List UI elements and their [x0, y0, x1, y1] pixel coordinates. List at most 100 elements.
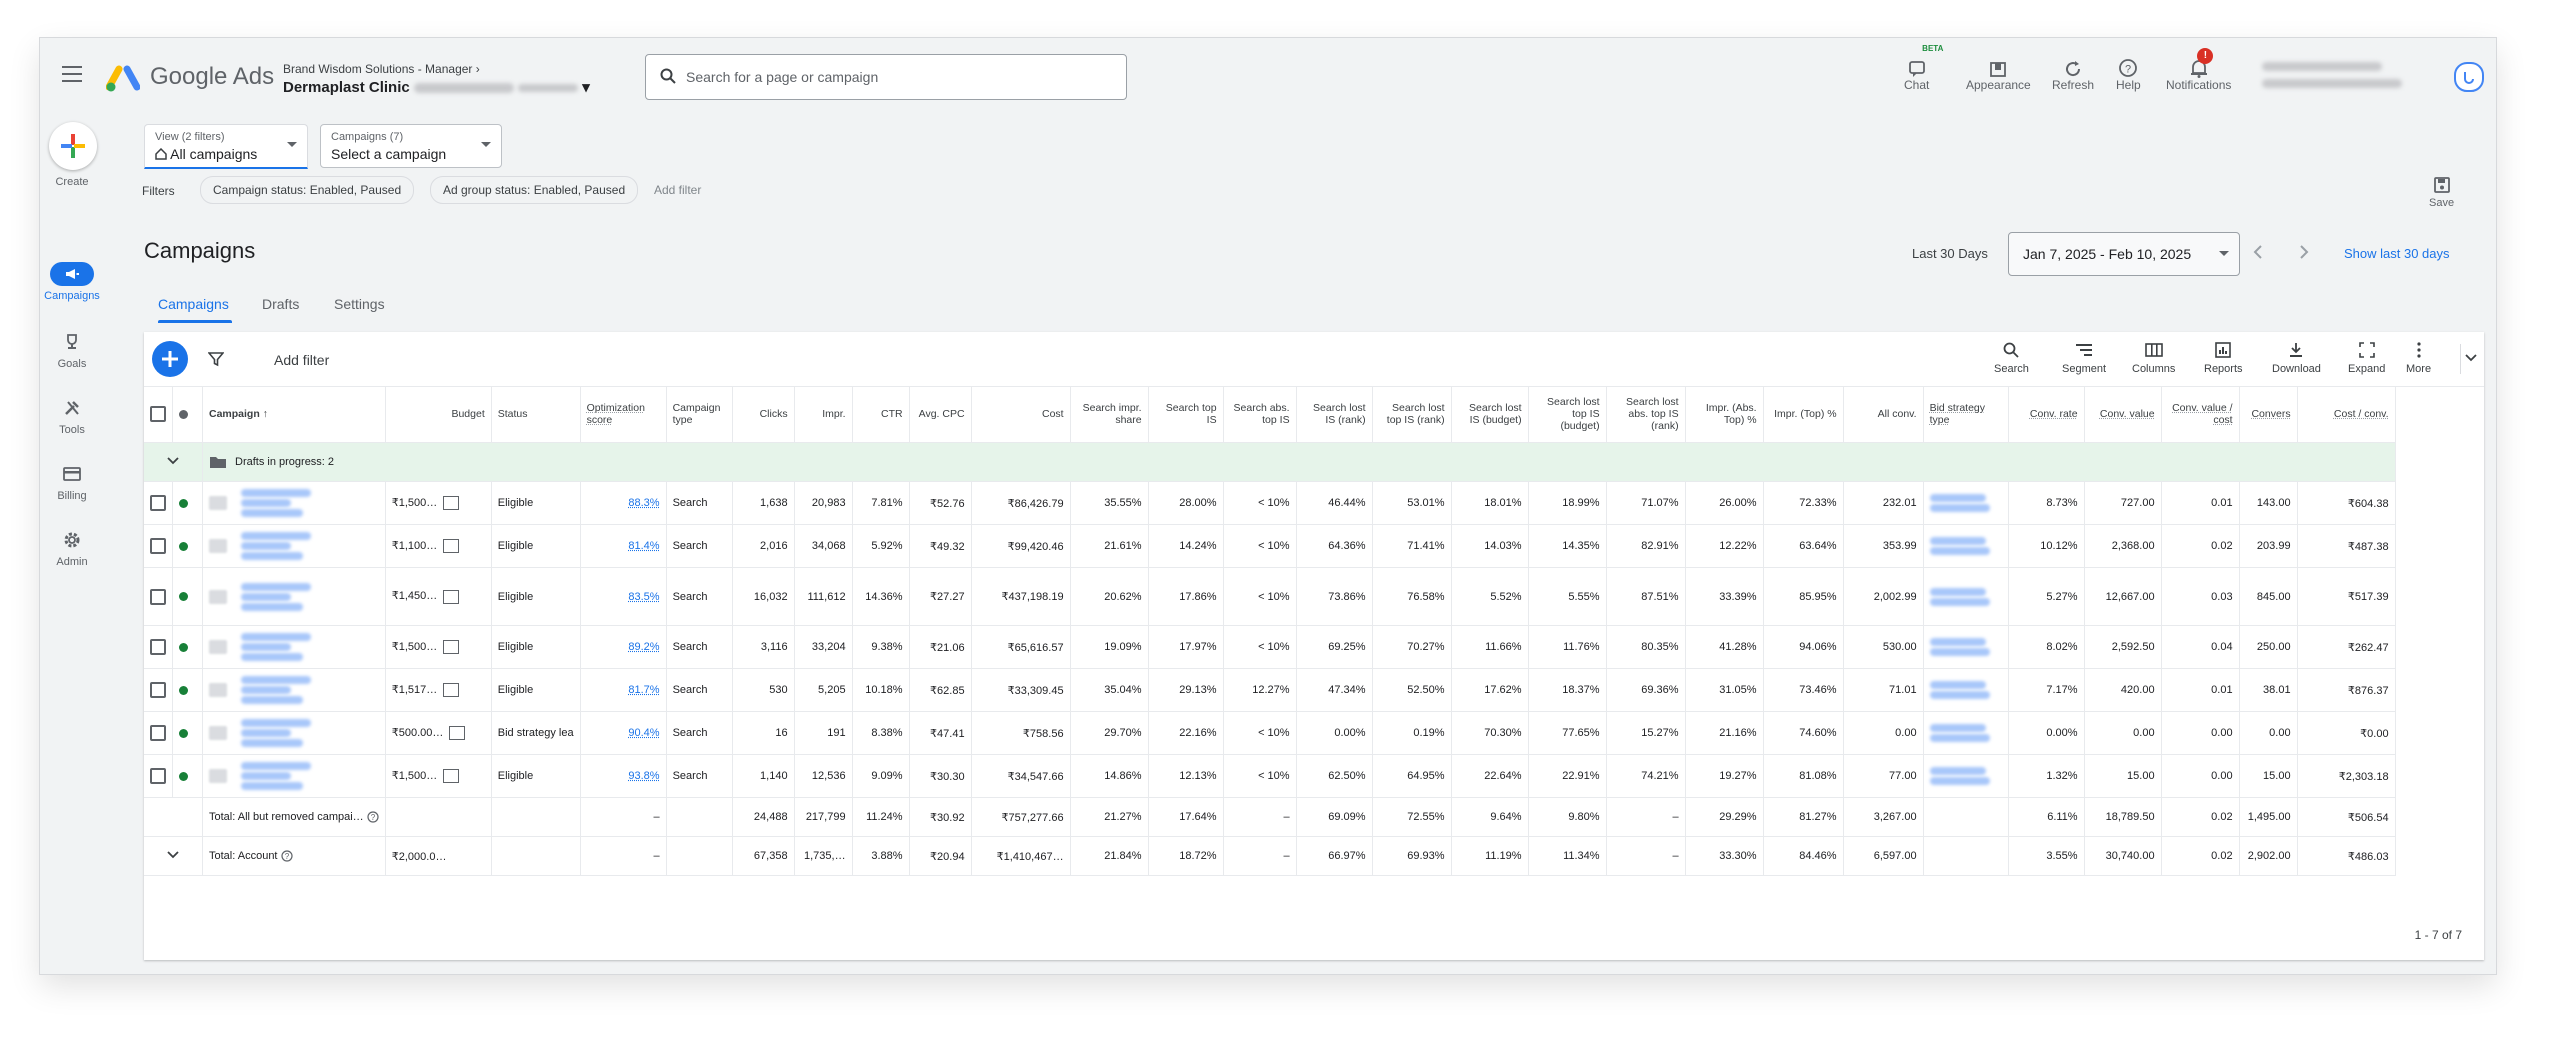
help-button[interactable]: ? Help	[2116, 52, 2141, 92]
col-search-lost-is-rank[interactable]: Search lost IS (rank)	[1296, 386, 1373, 443]
col-search-lost-abs-top-is-rank[interactable]: Search lost abs. top IS (rank)	[1606, 386, 1686, 443]
table-row[interactable]: ₹500.00… Bid strategy lea 90.4% Search 16 191…	[144, 711, 2396, 755]
col-campaign-type[interactable]: Campaign type	[666, 386, 733, 443]
add-campaign-button[interactable]	[152, 341, 188, 377]
budget-cell[interactable]: ₹1,500…	[385, 625, 492, 669]
campaign-name-cell[interactable]	[202, 625, 386, 669]
view-selector[interactable]: View (2 filters) All campaigns	[144, 124, 308, 169]
date-range-picker[interactable]: Jan 7, 2025 - Feb 10, 2025	[2008, 232, 2240, 276]
budget-graph-icon[interactable]	[449, 726, 466, 741]
optimization-score-cell[interactable]: 81.4%	[580, 524, 667, 568]
previous-period-icon[interactable]	[2248, 242, 2268, 262]
bid-strategy-cell[interactable]	[1923, 625, 2009, 669]
optimization-score-cell[interactable]: 88.3%	[580, 481, 667, 525]
status-dot-cell[interactable]	[172, 711, 203, 755]
col-search-lost-top-is-budget[interactable]: Search lost top IS (budget)	[1528, 386, 1607, 443]
row-checkbox[interactable]	[150, 588, 166, 605]
toolbar-reports-button[interactable]: Reports	[2204, 340, 2243, 375]
col-conv-rate[interactable]: Conv. rate	[2008, 386, 2085, 443]
col-impr[interactable]: Impr.	[794, 386, 853, 443]
bid-strategy-cell[interactable]	[1923, 481, 2009, 525]
enabled-status-dot[interactable]	[179, 592, 188, 602]
budget-cell[interactable]: ₹1,500…	[385, 754, 492, 798]
budget-graph-icon[interactable]	[443, 640, 460, 655]
col-clicks[interactable]: Clicks	[732, 386, 795, 443]
budget-cell[interactable]: ₹1,100…	[385, 524, 492, 568]
enabled-status-dot[interactable]	[179, 498, 188, 508]
drafts-row[interactable]: Drafts in progress: 2	[144, 442, 2396, 482]
row-checkbox[interactable]	[150, 682, 166, 698]
bid-strategy-cell[interactable]	[1923, 668, 2009, 712]
enabled-status-dot[interactable]	[179, 642, 188, 652]
toolbar-download-button[interactable]: Download	[2272, 340, 2321, 375]
toolbar-columns-button[interactable]: Columns	[2132, 340, 2175, 375]
optimization-score-cell[interactable]: 81.7%	[580, 668, 667, 712]
help-icon[interactable]: ?	[280, 850, 293, 862]
show-last-30-days-link[interactable]: Show last 30 days	[2344, 246, 2450, 261]
row-checkbox-cell[interactable]	[144, 711, 173, 755]
row-checkbox[interactable]	[150, 495, 166, 511]
table-row[interactable]: ₹1,100… Eligible 81.4% Search 2,016 34,068 5.9…	[144, 524, 2396, 568]
chevron-down-icon[interactable]	[166, 850, 180, 860]
status-dot-cell[interactable]	[172, 567, 203, 626]
filter-chip-ad-group-status[interactable]: Ad group status: Enabled, Paused	[430, 176, 639, 204]
tab-campaigns[interactable]: Campaigns	[158, 296, 229, 312]
next-period-icon[interactable]	[2294, 242, 2314, 262]
row-checkbox-cell[interactable]	[144, 567, 173, 626]
col-cost-per-conv[interactable]: Cost / conv.	[2297, 386, 2396, 443]
row-checkbox[interactable]	[150, 639, 166, 655]
campaign-name-cell[interactable]	[202, 481, 386, 525]
row-checkbox-cell[interactable]	[144, 625, 173, 669]
col-conv-value[interactable]: Conv. value	[2084, 386, 2162, 443]
col-all-conv[interactable]: All conv.	[1843, 386, 1924, 443]
toolbar-expand-button[interactable]: Expand	[2348, 340, 2385, 375]
sidebar-item-campaigns[interactable]: Campaigns	[40, 262, 104, 302]
filter-chip-campaign-status[interactable]: Campaign status: Enabled, Paused	[200, 176, 415, 204]
campaign-name-cell[interactable]	[202, 711, 386, 755]
enabled-status-dot[interactable]	[179, 771, 188, 781]
row-checkbox-cell[interactable]	[144, 524, 173, 568]
add-filter-button[interactable]: Add filter	[274, 352, 329, 368]
avatar[interactable]	[2454, 62, 2484, 92]
chat-button[interactable]: BETA Chat	[1904, 44, 1943, 92]
optimization-score-cell[interactable]: 83.5%	[580, 567, 667, 626]
col-conv-value-cost[interactable]: Conv. value / cost	[2161, 386, 2240, 443]
toolbar-search-button[interactable]: Search	[1994, 340, 2029, 375]
toolbar-segment-button[interactable]: Segment	[2062, 340, 2106, 375]
budget-graph-icon[interactable]	[443, 496, 460, 511]
campaign-name-cell[interactable]	[202, 567, 386, 626]
col-budget[interactable]: Budget	[385, 386, 492, 443]
row-checkbox[interactable]	[150, 768, 166, 784]
col-impr-top[interactable]: Impr. (Top) %	[1763, 386, 1844, 443]
col-optimization-score[interactable]: Optimization score	[580, 386, 667, 443]
budget-graph-icon[interactable]	[443, 769, 460, 784]
campaign-selector[interactable]: Campaigns (7) Select a campaign	[320, 124, 502, 168]
budget-graph-icon[interactable]	[443, 683, 460, 698]
col-impr-abs-top[interactable]: Impr. (Abs. Top) %	[1685, 386, 1764, 443]
col-conversions[interactable]: Convers	[2239, 386, 2298, 443]
budget-graph-icon[interactable]	[443, 539, 460, 554]
row-checkbox-cell[interactable]	[144, 754, 173, 798]
enabled-status-dot[interactable]	[179, 685, 188, 695]
hamburger-menu-icon[interactable]	[62, 66, 82, 82]
col-avg-cpc[interactable]: Avg. CPC	[909, 386, 972, 443]
create-button[interactable]	[49, 122, 97, 170]
refresh-button[interactable]: Refresh	[2052, 52, 2094, 92]
save-button[interactable]: Save	[2429, 176, 2454, 209]
row-checkbox[interactable]	[150, 538, 166, 554]
enabled-status-dot[interactable]	[179, 541, 188, 551]
col-bid-strategy-type[interactable]: Bid strategy type	[1923, 386, 2009, 443]
col-status[interactable]: Status	[491, 386, 581, 443]
table-row[interactable]: ₹1,500… Eligible 88.3% Search 1,638 20,983 7.8…	[144, 481, 2396, 525]
status-dot-cell[interactable]	[172, 524, 203, 568]
col-search-top-is[interactable]: Search top IS	[1148, 386, 1224, 443]
collapse-chevron-icon[interactable]	[2464, 352, 2478, 364]
col-cost[interactable]: Cost	[971, 386, 1071, 443]
col-search-lost-is-budget[interactable]: Search lost IS (budget)	[1451, 386, 1529, 443]
budget-cell[interactable]: ₹1,450…	[385, 567, 492, 626]
status-dot-cell[interactable]	[172, 481, 203, 525]
col-search-lost-top-is-rank[interactable]: Search lost top IS (rank)	[1372, 386, 1452, 443]
sidebar-item-admin[interactable]: Admin	[40, 528, 104, 568]
table-row[interactable]: ₹1,450… Eligible 83.5% Search 16,032 111,612 1…	[144, 567, 2396, 626]
optimization-score-cell[interactable]: 90.4%	[580, 711, 667, 755]
